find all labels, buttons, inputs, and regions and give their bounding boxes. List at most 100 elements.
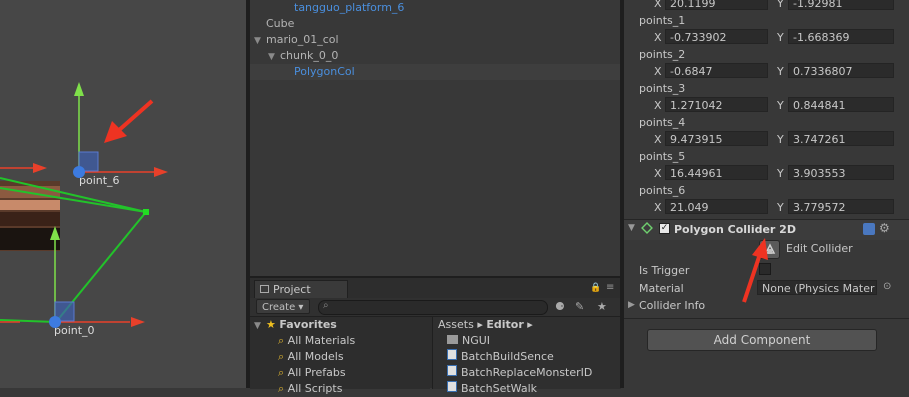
favorite-item[interactable]: ⌕ All Models (278, 349, 344, 365)
collider-vertex-handle[interactable] (143, 209, 149, 215)
hierarchy-item-label: mario_01_col (266, 33, 339, 46)
project-toolbar: Create ▾ ⌕ ⚈ ✎ ★ (250, 298, 620, 317)
point-name: points_2 (639, 48, 686, 61)
breadcrumb-item[interactable]: Editor (486, 318, 523, 331)
asset-item[interactable]: NGUI (447, 333, 490, 349)
point-name: points_6 (639, 184, 686, 197)
point-y-field[interactable]: 3.779572 (788, 199, 894, 214)
hierarchy-item[interactable]: Cube (250, 16, 620, 32)
foldout-arrow-icon[interactable]: ▶ (628, 300, 635, 310)
point-y-field[interactable]: -1.668369 (788, 29, 894, 44)
is-trigger-label: Is Trigger (639, 264, 690, 277)
asset-item-label: BatchBuildSence (461, 350, 554, 363)
search-input[interactable]: ⌕ (318, 300, 548, 315)
folder-icon (447, 335, 458, 344)
favorites-header[interactable]: ▼ ★ Favorites (254, 317, 337, 333)
hierarchy-item[interactable]: ▼ mario_01_col (250, 32, 620, 48)
material-label: Material (639, 282, 684, 295)
point-x-field[interactable]: 9.473915 (665, 131, 768, 146)
favorite-item-label: All Materials (287, 334, 356, 347)
search-icon: ⌕ (278, 366, 285, 379)
point-x-field[interactable]: 20.1199 (665, 0, 768, 10)
favorite-item[interactable]: ⌕ All Materials (278, 333, 355, 349)
breadcrumb-separator: ▸ (477, 318, 483, 331)
expand-arrow-icon[interactable]: ▼ (254, 33, 266, 49)
point-x-field[interactable]: -0.6847 (665, 63, 768, 78)
annotation-arrow (742, 238, 768, 303)
collider-info-label[interactable]: Collider Info (639, 299, 705, 312)
hierarchy-item-label: tangguo_platform_6 (294, 1, 405, 14)
y-label: Y (777, 65, 784, 78)
object-picker-icon[interactable]: ⊙ (883, 281, 891, 292)
asset-item-label: BatchSetWalk (461, 382, 538, 395)
create-button[interactable]: Create ▾ (256, 299, 310, 314)
point-x-field[interactable]: 1.271042 (665, 97, 768, 112)
add-component-button[interactable]: Add Component (647, 329, 877, 351)
component-title: Polygon Collider 2D (674, 223, 796, 236)
x-label: X (654, 31, 662, 44)
y-label: Y (777, 201, 784, 214)
y-label: Y (777, 99, 784, 112)
inspector-panel: X 20.1199 Y -1.92981 points_1 X -0.73390… (624, 0, 909, 388)
search-icon: ⌕ (278, 382, 285, 395)
hierarchy-item[interactable]: ▼ chunk_0_0 (250, 48, 620, 64)
filter-type-icon[interactable]: ⚈ (555, 300, 565, 313)
x-label: X (654, 133, 662, 146)
script-icon (447, 349, 457, 360)
hierarchy-item-label: chunk_0_0 (280, 49, 339, 62)
point-name: points_1 (639, 14, 686, 27)
hierarchy-panel: tangguo_platform_6 Cube ▼ mario_01_col ▼ c… (250, 0, 620, 276)
filter-label-icon[interactable]: ✎ (575, 300, 584, 313)
hierarchy-item-label: Cube (266, 17, 295, 30)
x-label: X (654, 0, 662, 10)
favorite-star-icon[interactable]: ★ (597, 300, 607, 313)
scene-view[interactable]: point_6 point_0 (0, 0, 246, 388)
favorite-item[interactable]: ⌕ All Prefabs (278, 365, 346, 381)
expand-arrow-icon[interactable]: ▼ (268, 49, 280, 65)
x-label: X (654, 65, 662, 78)
point-x-field[interactable]: -0.733902 (665, 29, 768, 44)
script-icon (447, 365, 457, 376)
search-icon: ⌕ (323, 300, 329, 311)
expand-arrow-icon[interactable]: ▼ (254, 318, 266, 334)
asset-item[interactable]: BatchSetWalk (447, 381, 537, 397)
menu-icon[interactable]: ≡ (606, 282, 614, 293)
foldout-arrow-icon[interactable]: ▼ (628, 223, 635, 233)
tab-project[interactable]: Project (254, 280, 348, 298)
point-label: point_0 (54, 324, 95, 337)
y-label: Y (777, 31, 784, 44)
breadcrumb: Assets ▸ Editor ▸ (438, 317, 533, 333)
favorite-item-label: All Prefabs (287, 366, 346, 379)
point6-gizmo[interactable] (0, 82, 168, 178)
point-name: points_3 (639, 82, 686, 95)
point-x-field[interactable]: 16.44961 (665, 165, 768, 180)
scene-canvas[interactable] (0, 0, 246, 388)
favorite-item-label: All Scripts (287, 382, 343, 395)
asset-item[interactable]: BatchBuildSence (447, 349, 554, 365)
gear-icon[interactable]: ⚙ (879, 221, 890, 235)
point-y-field[interactable]: -1.92981 (788, 0, 894, 10)
project-panel: Project 🔒 ≡ Create ▾ ⌕ ⚈ ✎ ★ ▼ ★ Favorite… (250, 278, 621, 395)
y-label: Y (777, 0, 784, 10)
tab-label: Project (273, 283, 311, 296)
hierarchy-item[interactable]: tangguo_platform_6 (250, 0, 620, 16)
point-y-field[interactable]: 0.844841 (788, 97, 894, 112)
breadcrumb-item[interactable]: Assets (438, 318, 474, 331)
lock-icon[interactable]: 🔒 (590, 283, 601, 293)
level-sprite (0, 181, 60, 251)
asset-item[interactable]: BatchReplaceMonsterID (447, 365, 592, 381)
y-label: Y (777, 167, 784, 180)
point-y-field[interactable]: 3.903553 (788, 165, 894, 180)
material-field[interactable]: None (Physics Mater (757, 280, 877, 295)
point-y-field[interactable]: 0.7336807 (788, 63, 894, 78)
help-book-icon[interactable] (863, 223, 875, 235)
y-label: Y (777, 133, 784, 146)
hierarchy-item-selected[interactable]: PolygonCol (250, 64, 620, 80)
asset-item-label: BatchReplaceMonsterID (461, 366, 593, 379)
favorite-item-label: All Models (287, 350, 344, 363)
point-x-field[interactable]: 21.049 (665, 199, 768, 214)
star-icon: ★ (266, 318, 276, 331)
favorite-item[interactable]: ⌕ All Scripts (278, 381, 342, 397)
enabled-checkbox[interactable]: ✓ (659, 223, 670, 234)
point-y-field[interactable]: 3.747261 (788, 131, 894, 146)
